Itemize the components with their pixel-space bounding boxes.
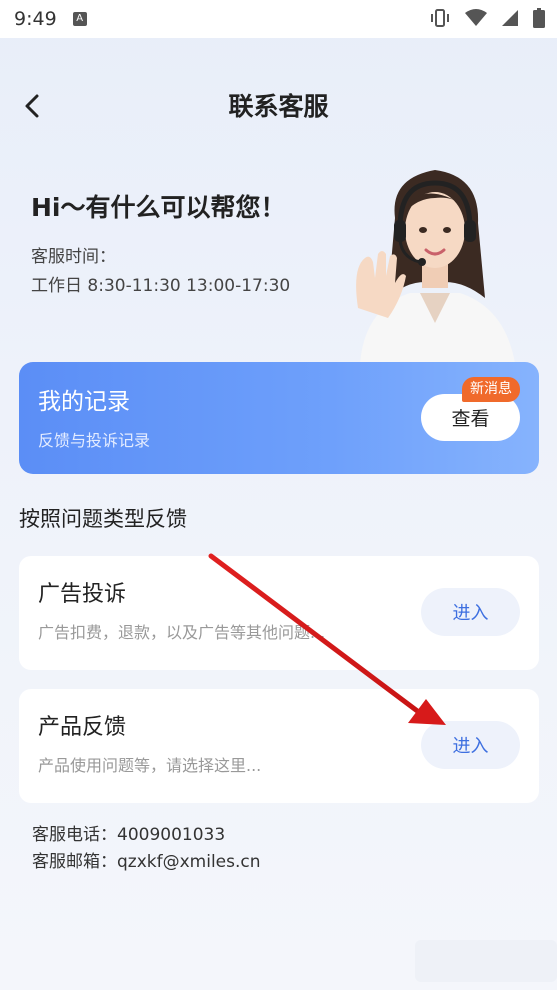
enter-ad-complaint-button[interactable]: 进入 <box>421 588 520 636</box>
notification-icon: A <box>72 12 87 26</box>
records-subtitle: 反馈与投诉记录 <box>38 431 151 450</box>
page-header: 联系客服 <box>0 75 557 135</box>
card-title: 产品反馈 <box>38 715 127 740</box>
contact-phone: 客服电话：4009001033 <box>32 825 226 845</box>
contact-email: 客服邮箱：qzxkf@xmiles.cn <box>32 852 261 872</box>
card-description: 广告扣费，退款，以及广告等其他问题... <box>38 623 326 642</box>
status-icons <box>429 8 545 28</box>
customer-service-agent-image <box>356 170 515 363</box>
service-hours: 工作日 8:30-11:30 13:00-17:30 <box>31 276 291 296</box>
status-time: 9:49 <box>14 8 57 30</box>
vibrate-icon <box>431 9 449 27</box>
battery-icon <box>533 8 545 28</box>
back-button[interactable] <box>18 92 46 120</box>
card-title: 广告投诉 <box>38 582 127 607</box>
contact-info: 客服电话：4009001033 客服邮箱：qzxkf@xmiles.cn <box>32 822 261 876</box>
service-time-label: 客服时间： <box>31 247 116 267</box>
page-title: 联系客服 <box>228 92 329 121</box>
wifi-icon <box>465 9 487 26</box>
back-arrow-icon <box>25 94 39 118</box>
product-feedback-card[interactable]: 产品反馈 产品使用问题等，请选择这里... 进入 <box>19 689 539 803</box>
section-title: 按照问题类型反馈 <box>19 507 187 531</box>
ad-complaint-card[interactable]: 广告投诉 广告扣费，退款，以及广告等其他问题... 进入 <box>19 556 539 670</box>
signal-icon <box>502 10 518 26</box>
new-message-badge: 新消息 <box>462 377 520 402</box>
greeting-text: Hi～有什么可以帮您！ <box>31 193 286 222</box>
hero-section: Hi～有什么可以帮您！ 客服时间： 工作日 8:30-11:30 13:00-1… <box>0 150 557 363</box>
bottom-overlay <box>415 940 557 982</box>
card-description: 产品使用问题等，请选择这里... <box>38 756 262 775</box>
status-bar: 9:49 A <box>0 0 557 38</box>
my-records-card[interactable]: 我的记录 反馈与投诉记录 查看 新消息 <box>19 362 539 474</box>
enter-product-feedback-button[interactable]: 进入 <box>421 721 520 769</box>
records-title: 我的记录 <box>38 389 130 415</box>
